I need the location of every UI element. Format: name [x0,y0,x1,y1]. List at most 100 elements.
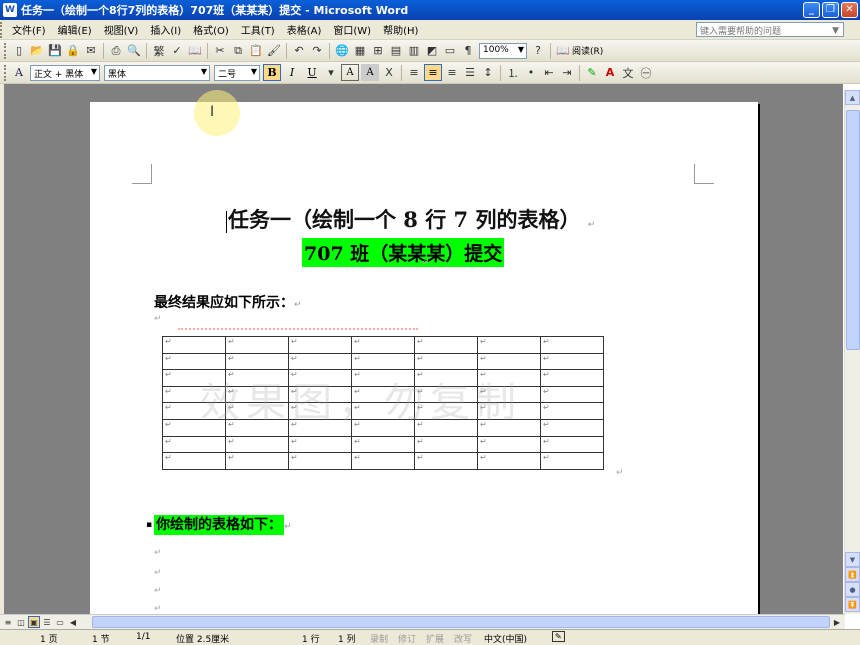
next-page-icon[interactable]: ⏬ [845,597,860,612]
redo-icon[interactable]: ↷ [309,43,325,59]
table-cell[interactable]: ↵ [162,452,226,470]
scroll-left-icon[interactable]: ◀ [67,616,79,628]
vertical-scroll-thumb[interactable] [846,110,860,350]
open-icon[interactable]: 📂 [29,43,45,59]
table-cell[interactable]: ↵ [477,336,541,354]
hyperlink-icon[interactable]: 🌐 [334,43,350,59]
char-scaling-icon[interactable]: X [381,65,397,81]
table-cell[interactable]: ↵ [351,352,415,371]
underline-button[interactable]: U [303,64,321,81]
save-icon[interactable]: 💾 [47,43,63,59]
table-cell[interactable]: ↵ [540,336,604,354]
align-right-icon[interactable]: ≡ [444,65,460,81]
table-cell[interactable]: ↵ [225,435,289,454]
chevron-down-icon[interactable]: ▼ [251,67,257,76]
minimize-button[interactable]: _ [803,2,820,18]
table-cell[interactable]: ↵ [540,369,604,387]
spelling-icon[interactable]: ✓ [169,43,185,59]
help-search-input[interactable]: 键入需要帮助的问题 ▼ [696,22,844,37]
justify-icon[interactable]: ☰ [462,65,478,81]
zoom-select[interactable]: 100% ▼ [479,42,527,59]
table-cell[interactable]: ↵ [540,435,604,454]
horizontal-scrollbar[interactable]: ≡ ◫ ▣ ☰ ▭ ◀ ▶ [0,614,845,629]
email-icon[interactable]: ✉ [83,43,99,59]
char-shading-icon[interactable]: A [361,64,379,81]
chevron-down-icon[interactable]: ▼ [832,26,839,36]
chevron-down-icon[interactable]: ▼ [91,67,97,76]
status-overtype[interactable]: 改写 [454,632,472,645]
font-select[interactable]: 黑体 ▼ [104,64,210,81]
columns-icon[interactable]: ▥ [406,43,422,59]
word-app-icon[interactable]: W [3,3,17,17]
research-icon[interactable]: 📖 [187,43,203,59]
outline-view-icon[interactable]: ☰ [41,616,53,628]
your-table-heading[interactable]: 你绘制的表格如下： ↵ [154,514,292,535]
font-size-select[interactable]: 二号 ▼ [214,64,260,81]
tables-borders-icon[interactable]: ▦ [352,43,368,59]
insert-table-icon[interactable]: ⊞ [370,43,386,59]
menu-tools[interactable]: 工具(T) [235,22,281,37]
table-cell[interactable]: ↵ [540,352,604,371]
table-cell[interactable]: ↵ [414,352,478,371]
table-cell[interactable]: ↵ [288,435,352,454]
menu-window[interactable]: 窗口(W) [327,22,377,37]
bold-button[interactable]: B [263,64,281,81]
table-cell[interactable]: ↵ [414,336,478,354]
table-cell[interactable]: ↵ [540,385,604,404]
drawing-icon[interactable]: ◩ [424,43,440,59]
insert-excel-icon[interactable]: ▤ [388,43,404,59]
table-cell[interactable]: ↵ [540,452,604,470]
align-center-icon[interactable]: ≡ [424,64,442,81]
decrease-indent-icon[interactable]: ⇤ [541,65,557,81]
table-cell[interactable]: ↵ [162,336,226,354]
chevron-down-icon[interactable]: ▼ [201,67,207,76]
document-map-icon[interactable]: ▭ [442,43,458,59]
table-cell[interactable]: ↵ [162,352,226,371]
traditional-chinese-icon[interactable]: 繁 [151,43,167,59]
doc-title-line1[interactable]: 任务一（绘制一个 8 行 7 列的表格） ↵ [226,204,595,234]
align-left-icon[interactable]: ≡ [406,65,422,81]
toolbar-grip[interactable] [4,42,7,59]
table-cell[interactable]: ↵ [414,452,478,470]
spelling-status-icon[interactable]: ✎ [552,631,565,642]
permission-icon[interactable]: 🔒 [65,43,81,59]
cut-icon[interactable]: ✂ [212,43,228,59]
print-view-icon[interactable]: ▣ [28,616,40,628]
table-cell[interactable]: ↵ [288,336,352,354]
table-cell[interactable]: ↵ [288,352,352,371]
status-extend[interactable]: 扩展 [426,632,444,645]
menu-format[interactable]: 格式(O) [187,22,235,37]
font-color-icon[interactable]: A [602,65,618,81]
line-spacing-icon[interactable]: ↕ [480,65,496,81]
phonetic-guide-icon[interactable]: 文 [620,65,636,81]
menu-file[interactable]: 文件(F) [6,22,52,37]
browse-object-icon[interactable]: ● [845,582,860,597]
scroll-down-icon[interactable]: ▼ [845,552,860,567]
table-cell[interactable]: ↵ [477,452,541,470]
help-icon[interactable]: ? [530,43,546,59]
doc-title-line2[interactable]: 707 班（某某某）提交 [302,238,505,267]
document-area[interactable]: 任务一（绘制一个 8 行 7 列的表格） ↵ 707 班（某某某）提交 ↵ 最终… [4,84,843,614]
result-heading[interactable]: 最终结果应如下所示：↵ [154,292,302,312]
status-record[interactable]: 录制 [370,632,388,645]
table-cell[interactable]: ↵ [225,452,289,470]
paste-icon[interactable]: 📋 [248,43,264,59]
undo-icon[interactable]: ↶ [291,43,307,59]
status-track-changes[interactable]: 修订 [398,632,416,645]
chevron-down-icon[interactable]: ▼ [518,45,524,54]
web-view-icon[interactable]: ◫ [15,616,27,628]
menu-edit[interactable]: 编辑(E) [52,22,98,37]
copy-icon[interactable]: ⧉ [230,43,246,59]
menu-grip[interactable] [0,21,3,38]
reading-view-icon[interactable]: ▭ [54,616,66,628]
document-page[interactable]: 任务一（绘制一个 8 行 7 列的表格） ↵ 707 班（某某某）提交 ↵ 最终… [90,102,758,614]
scroll-right-icon[interactable]: ▶ [831,616,843,628]
table-cell[interactable]: ↵ [351,435,415,454]
underline-dropdown-icon[interactable]: ▾ [323,65,339,81]
prev-page-icon[interactable]: ⏫ [845,567,860,582]
menu-help[interactable]: 帮助(H) [377,22,424,37]
read-icon[interactable]: 📖 [555,43,571,59]
increase-indent-icon[interactable]: ⇥ [559,65,575,81]
style-select[interactable]: 正文 + 黑体 ▼ [30,64,100,81]
menu-table[interactable]: 表格(A) [281,22,328,37]
